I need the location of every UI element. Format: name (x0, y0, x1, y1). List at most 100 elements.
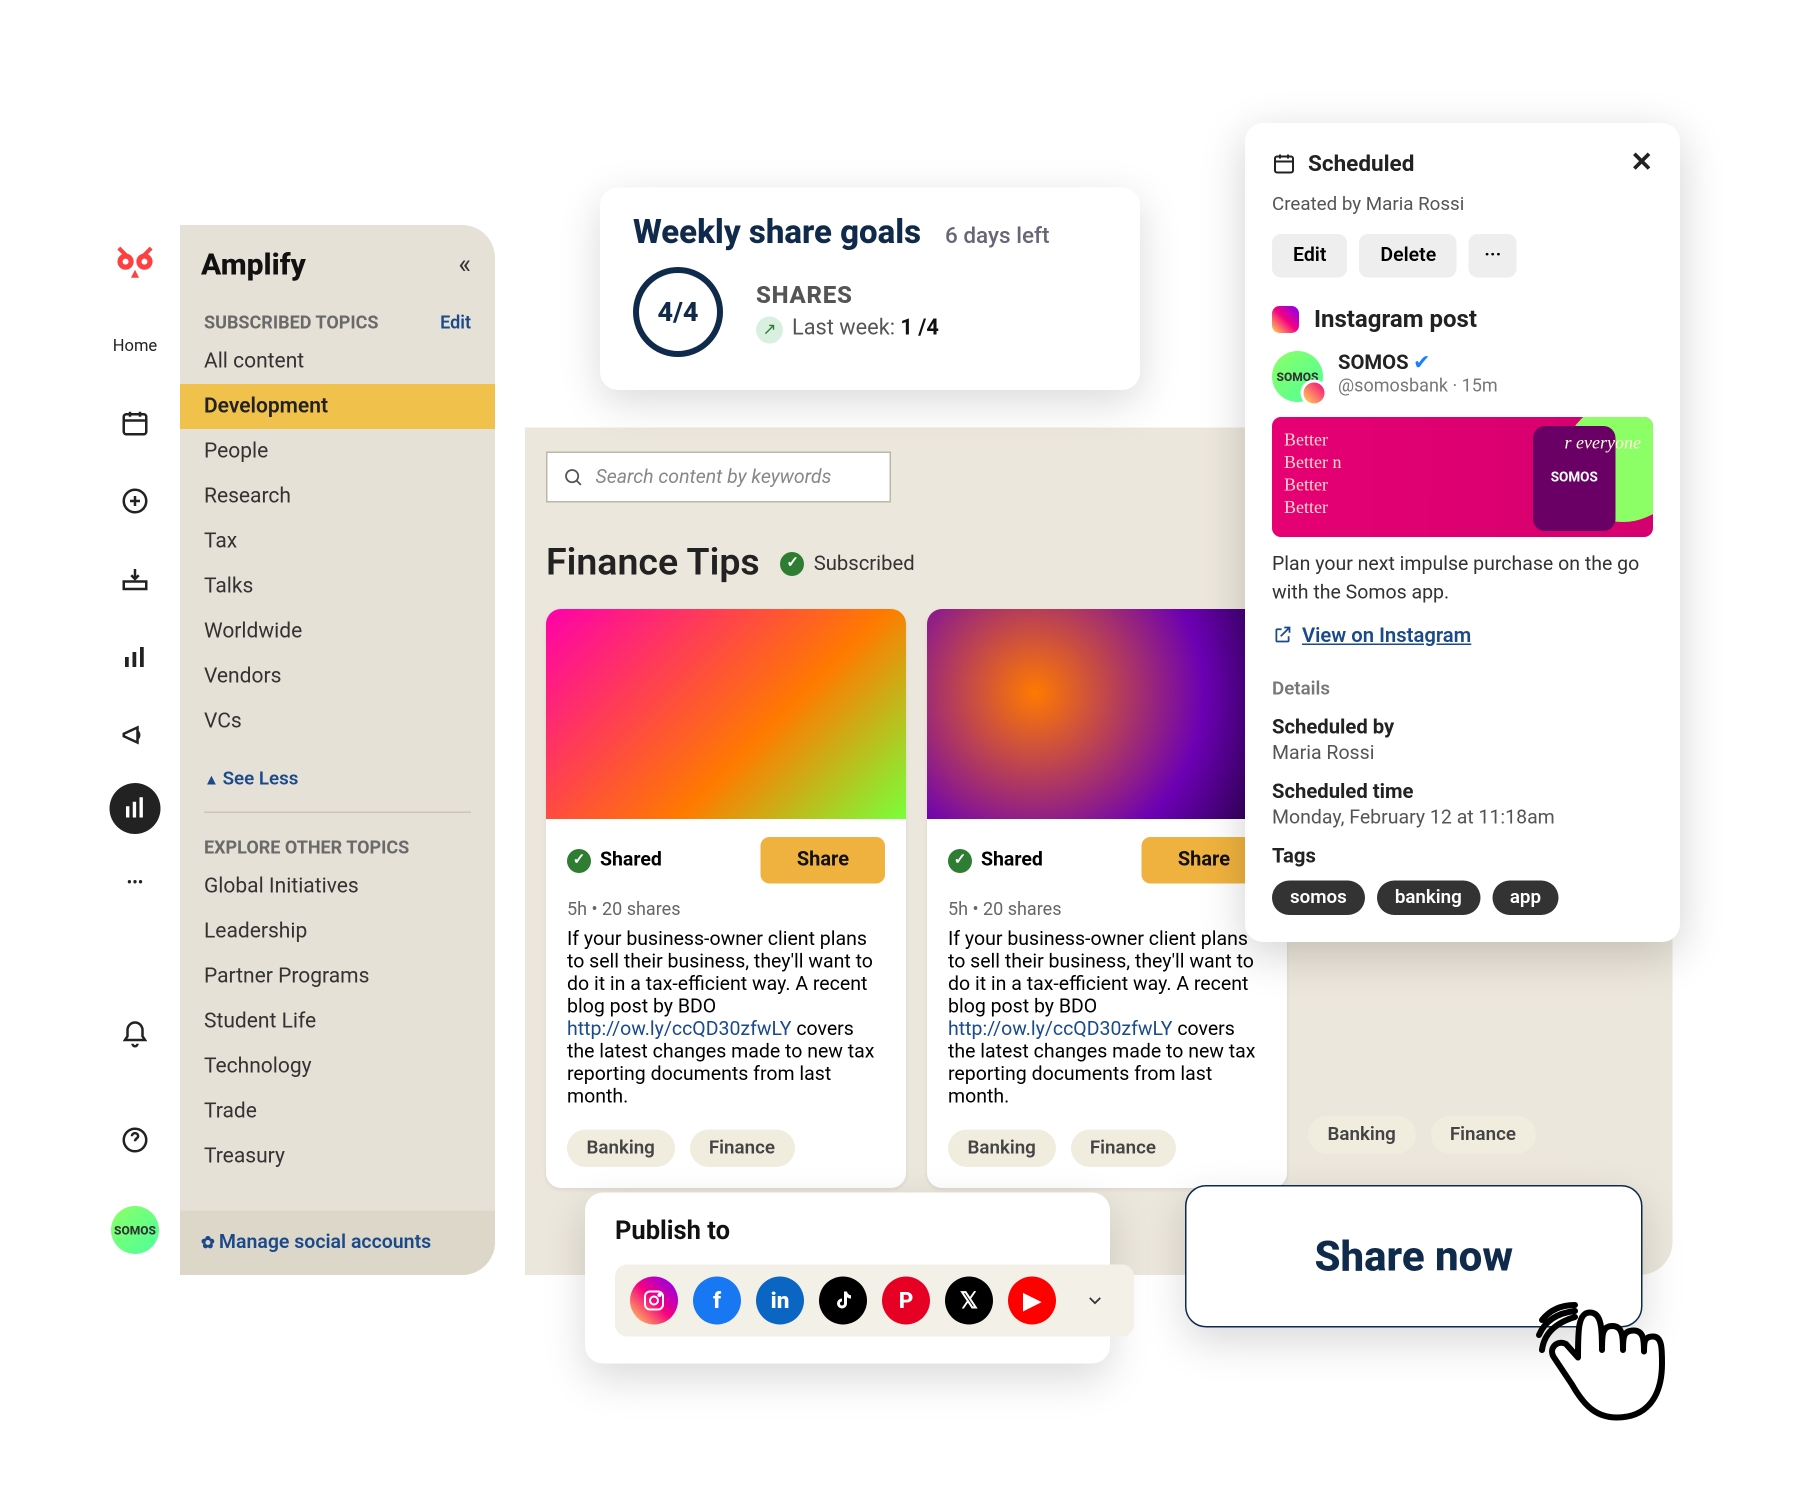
weekly-goals-popover: Weekly share goals 6 days left 4/4 SHARE… (600, 188, 1140, 391)
rail-amplify-active[interactable] (110, 783, 161, 834)
collapse-sidebar-button[interactable]: « (458, 248, 471, 280)
topic-all-content[interactable]: All content (180, 339, 495, 384)
network-x-icon[interactable]: 𝕏 (945, 1277, 993, 1325)
network-facebook-icon[interactable]: f (693, 1277, 741, 1325)
network-more-button[interactable] (1071, 1277, 1119, 1325)
network-linkedin-icon[interactable]: in (756, 1277, 804, 1325)
explore-global-initiatives[interactable]: Global Initiatives (180, 864, 495, 909)
scheduled-panel: Scheduled ✕ Created by Maria Rossi Edit … (1245, 123, 1680, 942)
card-image (927, 609, 1287, 819)
publish-to-popover: Publish to f in P 𝕏 ▶ (585, 1193, 1110, 1364)
rail-notifications[interactable] (102, 996, 168, 1074)
view-on-instagram-link[interactable]: View on Instagram (1272, 624, 1471, 648)
megaphone-icon (120, 720, 150, 750)
search-icon (563, 467, 584, 488)
topic-worldwide[interactable]: Worldwide (180, 609, 495, 654)
topic-talks[interactable]: Talks (180, 564, 495, 609)
post-preview-image: BetterBetter nBetterBetter SOMOS r every… (1272, 417, 1653, 537)
check-circle-icon: ✓ (948, 848, 972, 872)
rail-home[interactable]: Home (102, 306, 168, 384)
days-left: 6 days left (945, 222, 1049, 249)
sidebar-title: Amplify (201, 246, 306, 282)
shares-label: SHARES (756, 281, 939, 310)
search-placeholder: Search content by keywords (596, 466, 832, 489)
profile-handle: @somosbank · 15m (1338, 375, 1498, 396)
last-week-label: Last week: (792, 315, 900, 341)
rail-inbox[interactable] (102, 540, 168, 618)
topic-development[interactable]: Development (180, 384, 495, 429)
details-heading: Details (1272, 678, 1653, 701)
created-by: Created by Maria Rossi (1272, 194, 1653, 217)
explore-technology[interactable]: Technology (180, 1044, 495, 1089)
manage-social-accounts-link[interactable]: Manage social accounts (180, 1211, 495, 1276)
see-less-link[interactable]: See Less (180, 753, 495, 806)
tag-pill-somos[interactable]: somos (1272, 880, 1365, 915)
rail-more[interactable]: ••• (102, 843, 168, 921)
card-meta: 5h • 20 shares (567, 899, 885, 920)
calendar-icon (1272, 151, 1296, 175)
close-button[interactable]: ✕ (1630, 147, 1653, 179)
bar-chart-icon (120, 642, 150, 672)
explore-partner-programs[interactable]: Partner Programs (180, 954, 495, 999)
publish-title: Publish to (615, 1217, 1080, 1247)
rail-help[interactable] (102, 1101, 168, 1179)
tag-finance[interactable]: Finance (1070, 1130, 1175, 1168)
goals-title: Weekly share goals (633, 215, 921, 253)
rail-add[interactable] (102, 462, 168, 540)
profile-avatar: SOMOS (1272, 351, 1323, 402)
rail-calendar[interactable] (102, 384, 168, 462)
help-icon (120, 1125, 150, 1155)
shared-label: Shared (981, 849, 1043, 872)
profile-name: SOMOS (1338, 351, 1409, 375)
scheduled-time-value: Monday, February 12 at 11:18am (1272, 807, 1653, 830)
trend-up-icon: ↗ (756, 316, 783, 343)
check-circle-icon: ✓ (781, 551, 805, 575)
tag-finance[interactable]: Finance (1430, 1116, 1535, 1154)
scheduled-time-label: Scheduled time (1272, 780, 1653, 804)
post-caption: Plan your next impulse purchase on the g… (1272, 552, 1653, 609)
card-link[interactable]: http://ow.ly/ccQD30zfwLY (567, 1019, 791, 1042)
tag-banking[interactable]: Banking (567, 1130, 674, 1168)
goal-progress-ring: 4/4 (633, 267, 723, 357)
content-card: ✓Shared Share 5h • 20 shares If your bus… (546, 609, 906, 1188)
rail-analytics[interactable] (102, 618, 168, 696)
explore-trade[interactable]: Trade (180, 1089, 495, 1134)
nav-rail: Home ••• SOMOS (90, 225, 180, 1275)
card-link[interactable]: http://ow.ly/ccQD30zfwLY (948, 1019, 1172, 1042)
divider (204, 812, 471, 814)
explore-leadership[interactable]: Leadership (180, 909, 495, 954)
share-button[interactable]: Share (761, 837, 885, 884)
card-meta: 5h • 20 shares (948, 899, 1266, 920)
edit-button[interactable]: Edit (1272, 234, 1347, 278)
tag-finance[interactable]: Finance (689, 1130, 794, 1168)
edit-topics-link[interactable]: Edit (440, 312, 471, 333)
subscribed-topics-heading: SUBSCRIBED TOPICS (204, 312, 378, 333)
search-input[interactable]: Search content by keywords (546, 452, 891, 503)
delete-button[interactable]: Delete (1359, 234, 1457, 278)
topic-tax[interactable]: Tax (180, 519, 495, 564)
topic-people[interactable]: People (180, 429, 495, 474)
rail-megaphone[interactable] (102, 696, 168, 774)
topic-vcs[interactable]: VCs (180, 699, 495, 744)
tag-pill-banking[interactable]: banking (1377, 880, 1480, 915)
sidebar: Amplify « SUBSCRIBED TOPICS Edit All con… (180, 225, 495, 1275)
network-tiktok-icon[interactable] (819, 1277, 867, 1325)
tag-banking[interactable]: Banking (1308, 1116, 1415, 1154)
topic-vendors[interactable]: Vendors (180, 654, 495, 699)
scheduled-title: Scheduled (1308, 149, 1414, 176)
network-instagram-icon[interactable] (630, 1277, 678, 1325)
calendar-icon (120, 408, 150, 438)
card-copy: If your business-owner client plans to s… (567, 929, 885, 1109)
scheduled-by-value: Maria Rossi (1272, 742, 1653, 765)
more-button[interactable]: ··· (1469, 234, 1516, 278)
org-avatar[interactable]: SOMOS (111, 1206, 159, 1254)
amplify-active-icon (122, 795, 149, 822)
tag-banking[interactable]: Banking (948, 1130, 1055, 1168)
tag-pill-app[interactable]: app (1492, 880, 1559, 915)
network-youtube-icon[interactable]: ▶ (1008, 1277, 1056, 1325)
network-pinterest-icon[interactable]: P (882, 1277, 930, 1325)
explore-student-life[interactable]: Student Life (180, 999, 495, 1044)
content-card: ✓Shared Share 5h • 20 shares If your bus… (927, 609, 1287, 1188)
explore-treasury[interactable]: Treasury (180, 1134, 495, 1179)
topic-research[interactable]: Research (180, 474, 495, 519)
